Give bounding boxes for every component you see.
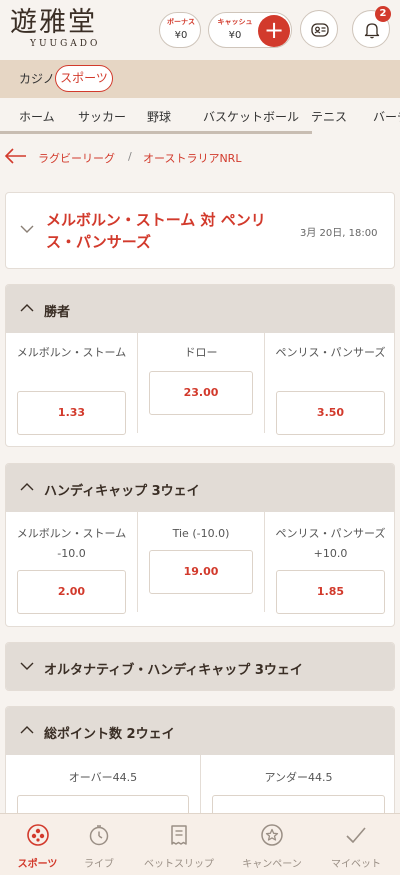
deposit-plus-button[interactable]: + [258,15,290,47]
category-bar: カジノ スポーツ [0,60,400,98]
cash-label: キャッシュ [217,18,253,26]
odds-button[interactable]: 23.00 [149,371,253,415]
chevron-down-icon [20,662,34,670]
app-header: 遊雅堂 YUUGADO ボーナス ¥0 キャッシュ ¥0 + 2 [0,0,400,60]
odds-button[interactable]: 3.50 [276,391,385,435]
bonus-wallet[interactable]: ボーナス ¥0 [159,12,201,48]
chevron-down-icon [20,225,34,233]
category-sports[interactable]: スポーツ [55,65,113,92]
nav-label: マイベット [331,859,381,870]
sports-ball-icon [27,824,49,846]
notifications-button[interactable]: 2 [352,6,391,48]
breadcrumb-rugby-league[interactable]: ラグビーリーグ [38,150,115,166]
logo-text: 遊雅堂 [10,7,97,38]
selection-home: メルボルン・ストーム -10.0 2.00 [6,512,138,614]
selection-away: ペンリス・パンサーズ +10.0 1.85 [265,512,394,614]
selection-name: メルボルン・ストーム [16,346,127,359]
back-arrow-icon[interactable] [4,147,28,165]
selection-name: Tie (-10.0) [172,527,230,540]
tab-soccer[interactable]: サッカー [78,108,126,125]
selection-name: メルボルン・ストーム -10.0 [16,527,127,560]
logo-subtext: YUUGADO [30,39,101,49]
market-alt-handicap: オルタナティブ・ハンディキャップ 3ウェイ [5,642,395,691]
market-header[interactable]: オルタナティブ・ハンディキャップ 3ウェイ [6,643,394,690]
market-title: オルタナティブ・ハンディキャップ 3ウェイ [44,663,303,678]
bonus-value: ¥0 [174,30,188,41]
logo[interactable]: 遊雅堂 YUUGADO [10,8,120,56]
tabs-scroll-indicator [0,131,312,134]
match-title: メルボルン・ストーム 対 ペンリス・パンサーズ [46,211,266,251]
tab-virtual[interactable]: バーチ [373,108,400,125]
chevron-up-icon [20,726,34,734]
odds-button[interactable]: 2.00 [17,570,126,614]
betslip-icon [171,825,187,845]
cash-wallet[interactable]: キャッシュ ¥0 + [208,12,292,48]
breadcrumb-nrl[interactable]: オーストラリアNRL [143,150,241,166]
selection-tie: Tie (-10.0) 19.00 [138,512,265,612]
selection-name: ペンリス・パンサーズ [275,346,386,359]
breadcrumb-separator: / [128,150,132,163]
tab-home[interactable]: ホーム [19,108,55,125]
market-header[interactable]: 勝者 [6,285,394,333]
match-header[interactable]: メルボルン・ストーム 対 ペンリス・パンサーズ 3月 20日, 18:00 [5,192,395,269]
bonus-label: ボーナス [167,18,195,26]
nav-label: ベットスリップ [144,859,214,870]
nav-campaign[interactable]: キャンペーン [232,814,312,875]
cash-value: ¥0 [228,30,242,41]
nav-betslip[interactable]: ベットスリップ [134,814,224,875]
market-winner: 勝者 メルボルン・ストーム 1.33 ドロー 23.00 ペンリス・パンサーズ … [5,284,395,447]
selection-home: メルボルン・ストーム 1.33 [6,333,138,435]
tab-basketball[interactable]: バスケットボール [203,108,299,125]
match-date: 3月 20日, 18:00 [300,228,378,239]
selection-name: オーバー44.5 [68,771,138,784]
selection-away: ペンリス・パンサーズ 3.50 [265,333,394,435]
market-title: ハンディキャップ 3ウェイ [44,484,200,499]
selection-name: アンダー44.5 [264,771,333,784]
nav-label: キャンペーン [242,859,302,870]
nav-label: ライブ [84,859,114,870]
market-title: 勝者 [44,305,71,320]
profile-button[interactable] [300,10,338,48]
chevron-up-icon [20,483,34,491]
selection-name: ドロー [184,346,218,359]
selection-draw: ドロー 23.00 [138,333,265,433]
breadcrumb: ラグビーリーグ / オーストラリアNRL [0,146,400,168]
tab-baseball[interactable]: 野球 [147,108,171,125]
star-badge-icon [261,824,283,846]
market-handicap-3way: ハンディキャップ 3ウェイ メルボルン・ストーム -10.0 2.00 Tie … [5,463,395,627]
odds-button[interactable]: 19.00 [149,550,253,594]
chevron-up-icon [20,304,34,312]
bottom-nav: スポーツ ライブ ベットスリップ キャンペーン マイベット [0,813,400,875]
odds-button[interactable]: 1.85 [276,570,385,614]
market-header[interactable]: 総ポイント数 2ウェイ [6,707,394,755]
market-header[interactable]: ハンディキャップ 3ウェイ [6,464,394,512]
category-casino[interactable]: カジノ [19,70,55,87]
stopwatch-icon [89,825,109,846]
nav-mybets[interactable]: マイベット [316,814,396,875]
notification-badge: 2 [375,6,391,22]
checkmark-icon [346,827,366,843]
tab-tennis[interactable]: テニス [311,108,347,125]
profile-icon [311,23,329,37]
nav-live[interactable]: ライブ [63,814,135,875]
market-title: 総ポイント数 2ウェイ [44,727,175,742]
selection-name: ペンリス・パンサーズ +10.0 [275,527,386,560]
odds-button[interactable]: 1.33 [17,391,126,435]
bell-icon [364,23,380,39]
